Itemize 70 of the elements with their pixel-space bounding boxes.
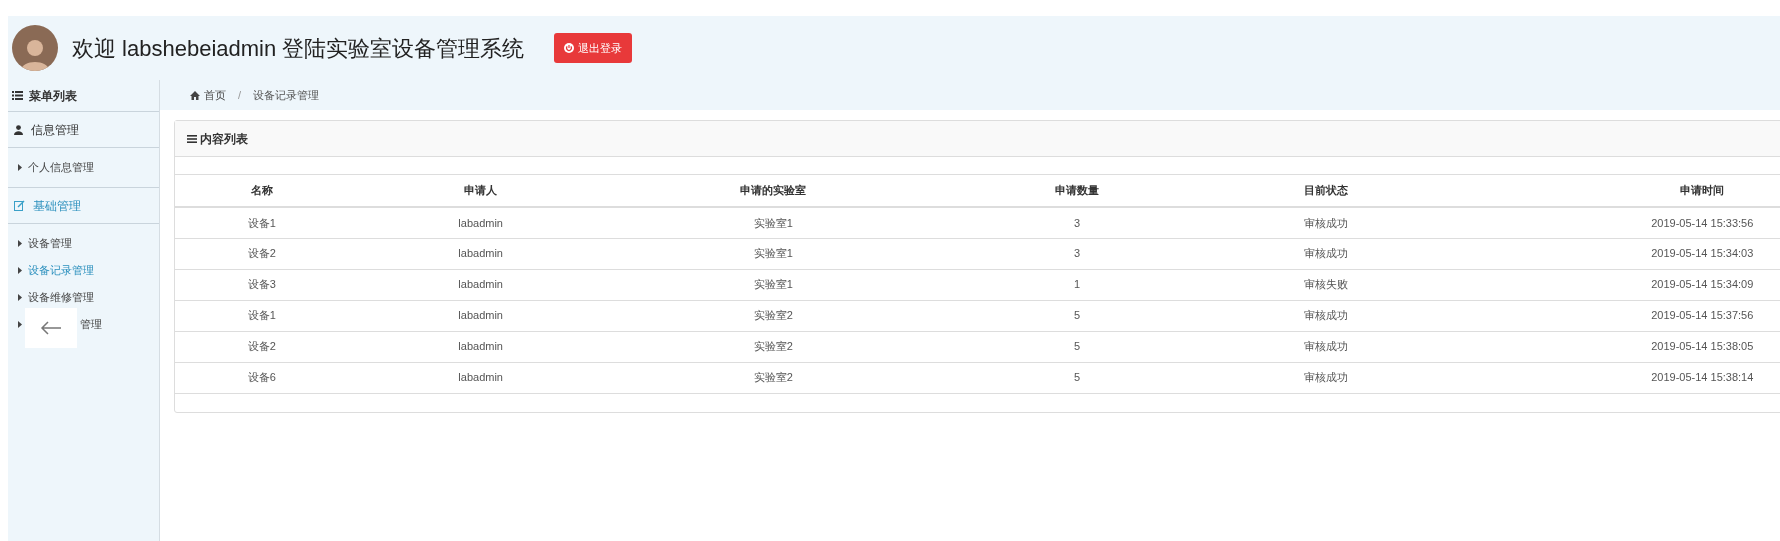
user-icon [14, 124, 23, 135]
table-cell: 3 [934, 238, 1220, 269]
table-cell: 设备6 [175, 362, 349, 393]
table-cell: 审核成功 [1219, 362, 1432, 393]
table-cell: 1 [934, 269, 1220, 300]
column-header: 申请数量 [934, 175, 1220, 207]
table-cell: 设备1 [175, 300, 349, 331]
table-cell: 5 [934, 300, 1220, 331]
table-cell: 审核成功 [1219, 238, 1432, 269]
table-cell: 实验室2 [612, 331, 935, 362]
back-arrow-icon [40, 321, 62, 335]
menu-icon [187, 134, 197, 143]
table-cell: 设备3 [175, 269, 349, 300]
caret-icon [18, 164, 22, 171]
table-cell: 实验室1 [612, 238, 935, 269]
menu-item[interactable]: 个人信息管理 [28, 159, 94, 176]
table-cell: 审核失败 [1219, 269, 1432, 300]
logout-button[interactable]: 退出登录 [554, 33, 633, 63]
power-icon [564, 43, 575, 53]
table-cell: 设备1 [175, 207, 349, 238]
table-cell: 审核成功 [1219, 331, 1432, 362]
table-cell: labadmin [348, 331, 613, 362]
table-cell: 2019-05-14 15:38:14 [1431, 362, 1780, 393]
breadcrumb-link[interactable]: 首页 [204, 86, 226, 104]
table-cell: 审核成功 [1219, 300, 1432, 331]
table-cell: labadmin [348, 300, 613, 331]
table-cell: 2019-05-14 15:33:56 [1431, 207, 1780, 238]
menu-item[interactable]: 设备管理 [28, 235, 72, 252]
column-header: 名称 [175, 175, 349, 207]
table-cell: 实验室1 [612, 207, 935, 238]
table-cell: labadmin [348, 207, 613, 238]
menu-item[interactable]: 设备记录管理 [28, 262, 94, 279]
table-cell: 5 [934, 362, 1220, 393]
welcome-title: 欢迎 labshebeiadmin 登陆实验室设备管理系统 [72, 34, 525, 63]
breadcrumb-separator: / [237, 87, 243, 103]
avatar [12, 25, 58, 71]
table-cell: 2019-05-14 15:34:09 [1431, 269, 1780, 300]
panel-title: 内容列表 [200, 130, 248, 148]
caret-icon [18, 321, 22, 328]
menu-item[interactable]: 管理 [80, 316, 102, 333]
table-cell: 2019-05-14 15:37:56 [1431, 300, 1780, 331]
table-cell: 2019-05-14 15:34:03 [1431, 238, 1780, 269]
table-cell: 实验室2 [612, 300, 935, 331]
table-cell: 审核成功 [1219, 207, 1432, 238]
table-cell: labadmin [348, 269, 613, 300]
caret-icon [18, 240, 22, 247]
back-overlay[interactable] [25, 308, 77, 348]
list-icon [12, 91, 23, 100]
table-cell: 设备2 [175, 238, 349, 269]
table-cell: 3 [934, 207, 1220, 238]
menu-group-header[interactable]: 基础管理 [33, 196, 81, 215]
caret-icon [18, 267, 22, 274]
caret-icon [18, 294, 22, 301]
column-header: 申请的实验室 [612, 175, 935, 207]
menu-item[interactable]: 设备维修管理 [28, 289, 94, 306]
home-icon [190, 90, 200, 100]
table-cell: 实验室2 [612, 362, 935, 393]
table-cell: 实验室1 [612, 269, 935, 300]
edit-icon [14, 200, 25, 211]
column-header: 申请时间 [1431, 175, 1780, 207]
table-cell: labadmin [348, 238, 613, 269]
breadcrumb-current: 设备记录管理 [253, 87, 320, 103]
table-cell: labadmin [348, 362, 613, 393]
menu-group-header[interactable]: 信息管理 [31, 120, 79, 139]
sidebar-title: 菜单列表 [29, 87, 77, 105]
column-header: 申请人 [348, 175, 613, 207]
column-header: 目前状态 [1219, 175, 1432, 207]
table-cell: 设备2 [175, 331, 349, 362]
table-cell: 2019-05-14 15:38:05 [1431, 331, 1780, 362]
table-cell: 5 [934, 331, 1220, 362]
